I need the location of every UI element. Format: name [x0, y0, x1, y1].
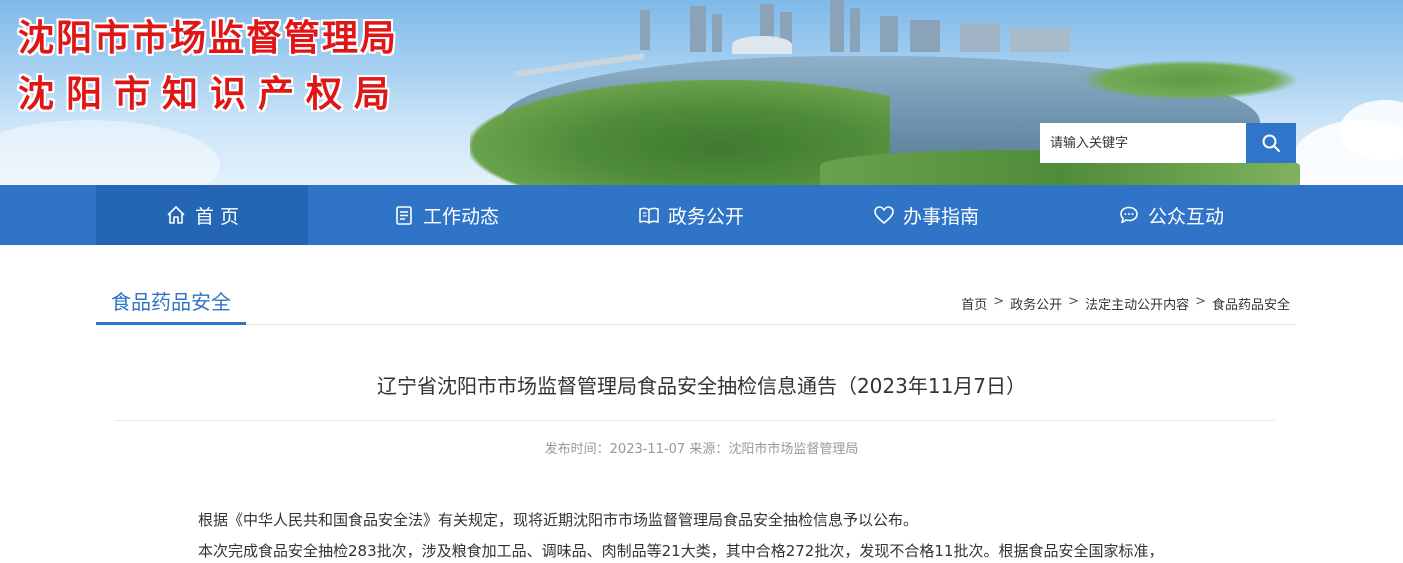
site-title-line1: 沈阳市市场监督管理局 [18, 18, 399, 59]
header-banner: 沈阳市市场监督管理局 沈阳市知识产权局 [0, 0, 1403, 185]
chat-icon [1118, 204, 1140, 226]
building [850, 8, 860, 52]
building [1010, 28, 1070, 52]
search-button[interactable] [1246, 123, 1296, 163]
nav-label: 首 页 [194, 205, 240, 228]
site-title: 沈阳市市场监督管理局 沈阳市知识产权局 [18, 16, 402, 118]
home-icon [165, 204, 187, 226]
breadcrumb-item-home[interactable]: 首页 [961, 294, 987, 313]
nav-item-public-interaction[interactable]: 公众互动 [1065, 185, 1277, 245]
nav-item-home[interactable]: 首 页 [96, 185, 308, 245]
breadcrumb-separator: > [993, 294, 1005, 309]
breadcrumb: 首页 > 政务公开 > 法定主动公开内容 > 食品药品安全 [961, 294, 1290, 313]
breadcrumb-item-food-drug-safety[interactable]: 食品药品安全 [1212, 294, 1290, 313]
breadcrumb-item-statutory-disclosure[interactable]: 法定主动公开内容 [1085, 294, 1189, 313]
article-meta: 发布时间：2023-11-07 来源：沈阳市市场监督管理局 [544, 442, 859, 457]
nav-label: 办事指南 [902, 205, 979, 228]
article-paragraph: 根据《中华人民共和国食品安全法》有关规定，现将近期沈阳市市场监督管理局食品安全抽… [198, 511, 919, 529]
search-icon [1262, 134, 1280, 152]
nav-label: 政务公开 [667, 205, 744, 228]
nav-label: 工作动态 [422, 205, 499, 228]
trees [1080, 60, 1300, 100]
search-bar [1040, 123, 1296, 163]
breadcrumb-separator: > [1195, 294, 1206, 309]
heart-icon [873, 204, 895, 226]
section-header: 食品药品安全 首页 > 政务公开 > 法定主动公开内容 > 食品药品安全 [96, 280, 1296, 325]
search-input[interactable] [1040, 123, 1246, 163]
nav-item-work-news[interactable]: 工作动态 [340, 185, 552, 245]
document-icon [393, 204, 415, 226]
site-title-line2: 沈阳市知识产权局 [18, 74, 403, 115]
main-nav: 首 页 工作动态 政务公开 办事指南 公众互动 [0, 185, 1403, 245]
building [910, 20, 940, 52]
nav-label: 公众互动 [1147, 205, 1224, 228]
article-title: 辽宁省沈阳市市场监督管理局食品安全抽检信息通告（2023年11月7日） [376, 374, 1027, 398]
building [690, 6, 706, 52]
breadcrumb-item-government-affairs[interactable]: 政务公开 [1010, 294, 1062, 313]
building [960, 24, 1000, 52]
cloud-decoration [0, 120, 220, 185]
breadcrumb-separator: > [1068, 294, 1080, 309]
building [712, 14, 722, 52]
article-paragraph: 本次完成食品安全抽检283批次，涉及粮食加工品、调味品、肉制品等21大类，其中合… [198, 542, 1164, 560]
divider [116, 420, 1276, 421]
book-icon [638, 204, 660, 226]
building [830, 0, 844, 52]
building [880, 16, 898, 52]
section-title[interactable]: 食品药品安全 [96, 280, 246, 325]
nav-item-service-guide[interactable]: 办事指南 [820, 185, 1032, 245]
stadium-dome [732, 36, 792, 54]
nav-item-government-affairs[interactable]: 政务公开 [585, 185, 797, 245]
building [640, 10, 650, 50]
